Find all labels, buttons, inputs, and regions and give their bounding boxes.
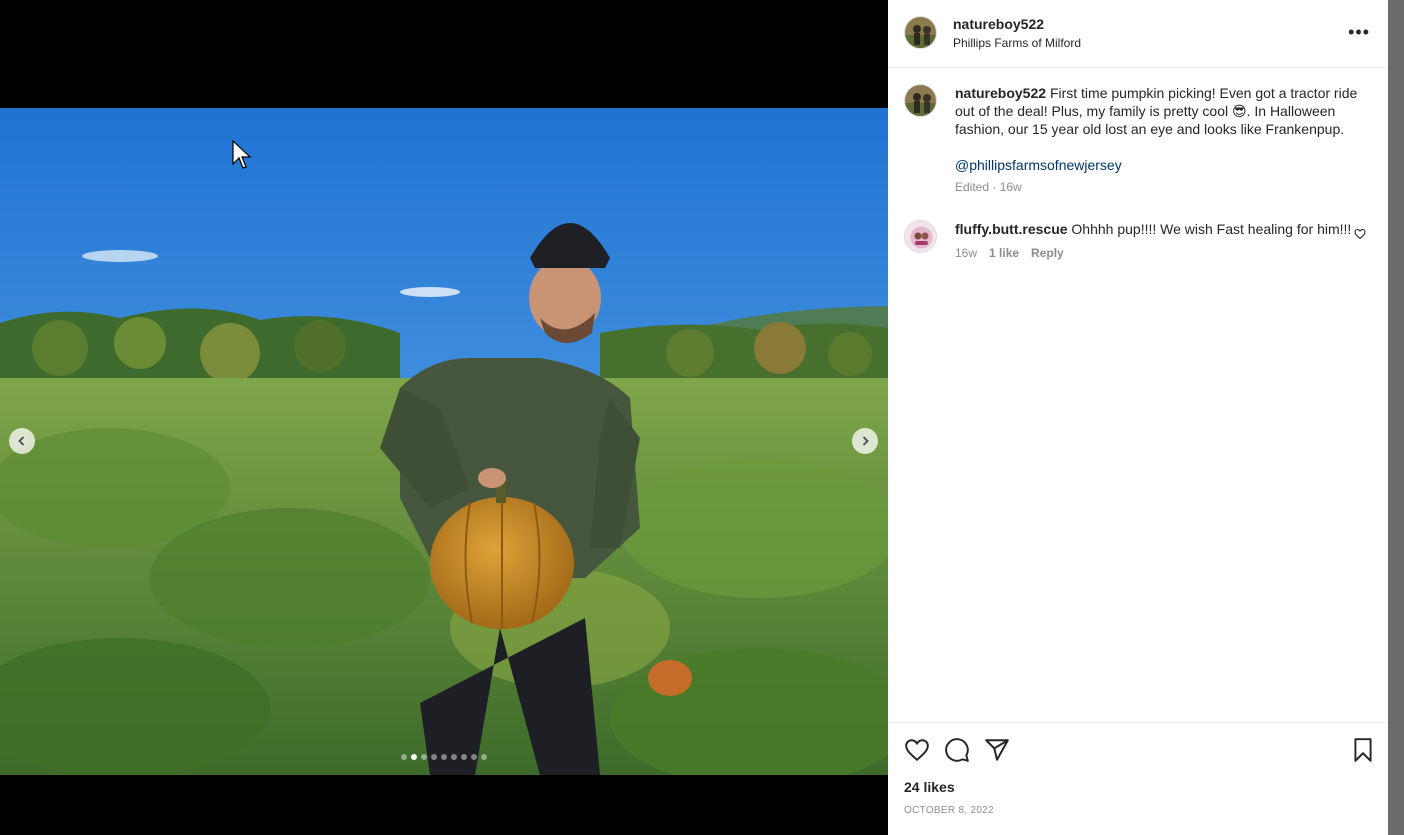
- reply-button[interactable]: Reply: [1031, 244, 1064, 262]
- avatar-image: [905, 221, 936, 252]
- post-date: OCTOBER 8, 2022: [904, 805, 994, 816]
- comment-likes[interactable]: 1 like: [989, 244, 1019, 262]
- comment-text: Ohhhh pup!!!! We wish Fast healing for h…: [1071, 221, 1352, 237]
- caption-author-avatar[interactable]: [904, 84, 937, 117]
- post-side-panel: natureboy522 Phillips Farms of Milford •…: [888, 0, 1388, 835]
- carousel-dot: [481, 754, 487, 760]
- previous-slide-button[interactable]: [9, 428, 35, 454]
- send-icon[interactable]: [984, 737, 1010, 763]
- heart-icon[interactable]: [904, 737, 930, 763]
- comment-age[interactable]: 16w: [955, 244, 977, 262]
- scrollbar[interactable]: [1388, 0, 1404, 835]
- carousel-indicator: [0, 754, 888, 760]
- avatar-image: [905, 85, 936, 116]
- comment-icon[interactable]: [944, 737, 970, 763]
- carousel-dot: [431, 754, 437, 760]
- carousel-dot: [401, 754, 407, 760]
- carousel-dot: [451, 754, 457, 760]
- comment-like-heart-icon[interactable]: [1354, 228, 1366, 240]
- avatar-image: [905, 17, 936, 48]
- carousel-dot: [441, 754, 447, 760]
- chevron-left-icon: [18, 436, 25, 446]
- mention-link[interactable]: @phillipsfarmsofnewjersey: [955, 156, 1365, 174]
- chevron-right-icon: [862, 436, 869, 446]
- carousel-dot: [421, 754, 427, 760]
- author-avatar[interactable]: [904, 16, 937, 49]
- post-header: natureboy522 Phillips Farms of Milford •…: [888, 0, 1388, 68]
- next-slide-button[interactable]: [852, 428, 878, 454]
- edited-meta: Edited · 16w: [955, 180, 1022, 194]
- more-options-icon[interactable]: •••: [1348, 22, 1370, 43]
- commenter-avatar[interactable]: [904, 220, 937, 253]
- carousel-dot: [461, 754, 467, 760]
- carousel-dot: [471, 754, 477, 760]
- carousel-dot: [411, 754, 417, 760]
- bookmark-icon[interactable]: [1350, 737, 1376, 763]
- post-photo[interactable]: [0, 108, 888, 775]
- caption-author-username[interactable]: natureboy522: [955, 85, 1046, 101]
- photo-scene: [0, 108, 888, 775]
- commenter-username[interactable]: fluffy.butt.rescue: [955, 221, 1068, 237]
- author-username[interactable]: natureboy522: [953, 16, 1044, 32]
- mouse-cursor-icon: [232, 140, 252, 169]
- media-viewer: [0, 0, 888, 835]
- action-bar: 24 likes OCTOBER 8, 2022: [888, 722, 1388, 835]
- likes-count[interactable]: 24 likes: [904, 779, 955, 795]
- post-location[interactable]: Phillips Farms of Milford: [953, 36, 1081, 50]
